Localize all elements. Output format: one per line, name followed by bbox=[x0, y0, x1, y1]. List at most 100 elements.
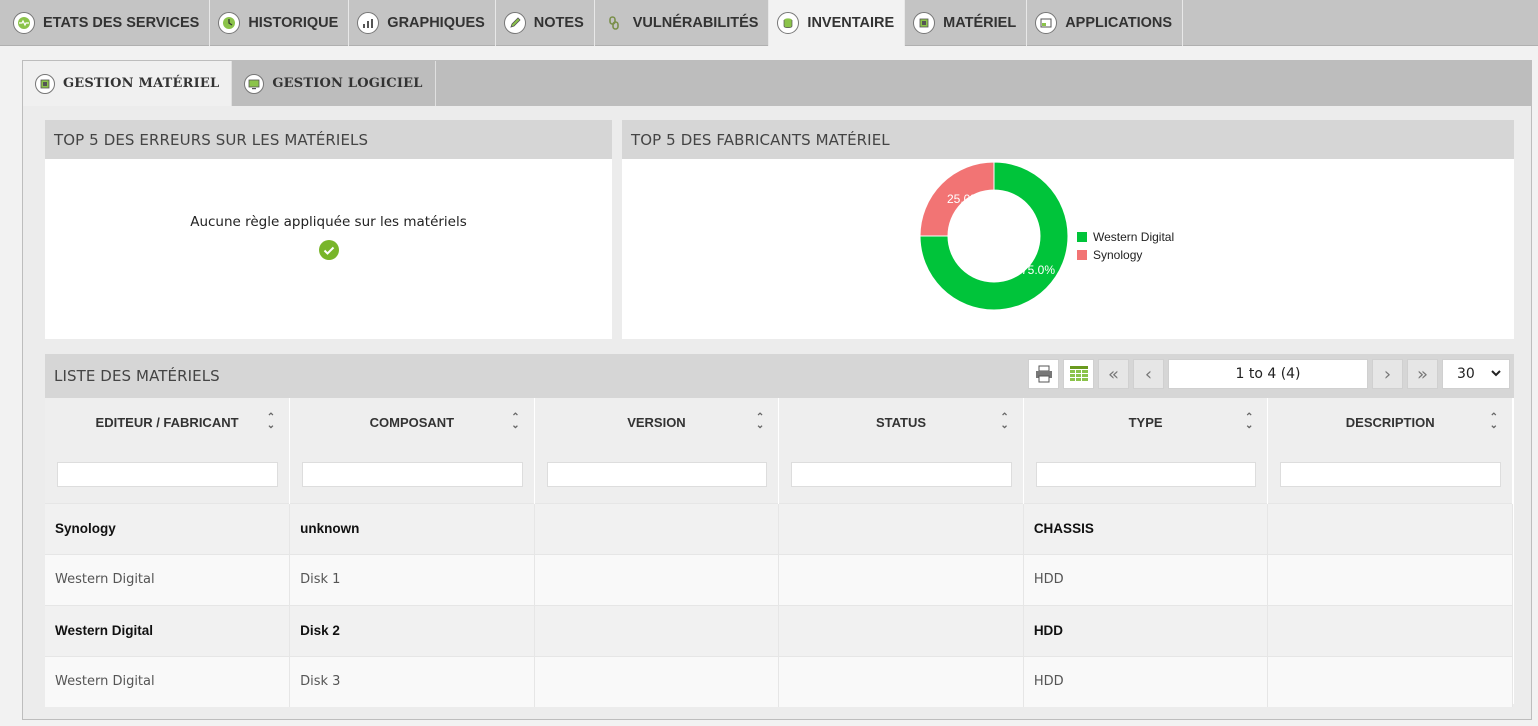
column-header-status[interactable]: STATUS ⌃ ⌄ bbox=[778, 398, 1024, 447]
tab-label: ETATS DES SERVICES bbox=[43, 15, 200, 31]
cell-component: Disk 2 bbox=[289, 604, 535, 656]
cell-status bbox=[778, 604, 1024, 656]
cell-description bbox=[1267, 655, 1513, 707]
column-header-version[interactable]: VERSION ⌃ ⌄ bbox=[534, 398, 780, 447]
legend-label: Synology bbox=[1093, 248, 1143, 262]
manufacturers-panel-title: TOP 5 DES FABRICANTS MATÉRIEL bbox=[622, 120, 1514, 159]
table-row[interactable]: Western Digital Disk 3 HDD bbox=[45, 655, 1513, 707]
filter-version-input[interactable] bbox=[546, 462, 768, 488]
sort-icon: ⌃ ⌄ bbox=[1245, 412, 1254, 431]
tab-vulnerabilites[interactable]: VULNÉRABILITÉS bbox=[595, 0, 770, 46]
cell-description bbox=[1267, 553, 1513, 605]
chart-legend: Western Digital Synology bbox=[1077, 228, 1174, 264]
cell-version bbox=[534, 502, 780, 554]
cell-component: Disk 3 bbox=[289, 655, 535, 707]
cell-component: Disk 1 bbox=[289, 553, 535, 605]
table-row[interactable]: Synology unknown CHASSIS bbox=[45, 502, 1513, 554]
double-chevron-right-icon: » bbox=[1416, 363, 1428, 385]
legend-item-synology[interactable]: Synology bbox=[1077, 246, 1174, 264]
tab-historique[interactable]: HISTORIQUE bbox=[210, 0, 350, 46]
cell-component: unknown bbox=[289, 502, 535, 554]
tab-label: HISTORIQUE bbox=[248, 15, 339, 31]
sort-icon: ⌃ ⌄ bbox=[511, 412, 520, 431]
filter-component-input[interactable] bbox=[302, 462, 523, 488]
column-label: VERSION bbox=[627, 415, 686, 430]
column-label: DESCRIPTION bbox=[1345, 415, 1435, 430]
legend-label: Western Digital bbox=[1093, 230, 1175, 244]
tab-label: VULNÉRABILITÉS bbox=[632, 15, 759, 31]
per-page-select[interactable]: 30 bbox=[1442, 359, 1510, 389]
filter-description-input[interactable] bbox=[1280, 462, 1501, 488]
column-label: COMPOSANT bbox=[369, 415, 455, 430]
tab-gestion-logiciel[interactable]: GESTION LOGICIEL bbox=[232, 61, 436, 106]
filter-status-input[interactable] bbox=[791, 462, 1012, 488]
sort-icon: ⌃ ⌄ bbox=[266, 412, 276, 431]
cell-type: HDD bbox=[1023, 604, 1269, 656]
cell-version bbox=[534, 604, 780, 656]
table-row[interactable]: Western Digital Disk 2 HDD bbox=[45, 604, 1513, 656]
top-tab-bar: ETATS DES SERVICES HISTORIQUE GRAPHIQUES… bbox=[0, 0, 1538, 46]
hardware-list-panel: LISTE DES MATÉRIELS « ‹ 1 to 4 (4) › » 3… bbox=[45, 354, 1514, 707]
column-header-description[interactable]: DESCRIPTION ⌃ ⌄ bbox=[1267, 398, 1513, 447]
chevron-left-icon: ‹ bbox=[1144, 363, 1153, 385]
tab-label: MATÉRIEL bbox=[943, 15, 1017, 31]
filter-vendor-input[interactable] bbox=[57, 462, 279, 488]
per-page-value: 30 bbox=[1457, 366, 1475, 382]
filter-row bbox=[45, 447, 1513, 503]
last-page-button[interactable]: » bbox=[1407, 359, 1438, 389]
grid-columns-icon bbox=[1069, 366, 1088, 381]
tab-graphiques[interactable]: GRAPHIQUES bbox=[349, 0, 496, 46]
chip-icon bbox=[913, 12, 936, 34]
tab-notes[interactable]: NOTES bbox=[496, 0, 595, 46]
prev-page-button[interactable]: ‹ bbox=[1133, 359, 1164, 389]
next-page-button[interactable]: › bbox=[1372, 359, 1403, 389]
columns-button[interactable] bbox=[1063, 359, 1094, 389]
cell-status bbox=[778, 553, 1024, 605]
filter-type-input[interactable] bbox=[1035, 462, 1257, 488]
tab-label: GESTION LOGICIEL bbox=[272, 76, 423, 91]
tab-materiel[interactable]: MATÉRIEL bbox=[905, 0, 1028, 46]
cell-description bbox=[1267, 604, 1513, 656]
hardware-table: EDITEUR / FABRICANT ⌃ ⌄ COMPOSANT ⌃ ⌄ VERSIO… bbox=[45, 398, 1513, 707]
print-button[interactable] bbox=[1028, 359, 1059, 389]
donut-data-label: 75.0% bbox=[1021, 263, 1055, 277]
sort-icon: ⌃ ⌄ bbox=[755, 412, 765, 431]
monitor-icon bbox=[244, 73, 265, 94]
sort-icon: ⌃ ⌄ bbox=[1000, 412, 1009, 431]
sort-icon: ⌃ ⌄ bbox=[1489, 412, 1498, 431]
cell-vendor: Western Digital bbox=[45, 655, 291, 707]
tab-label: GRAPHIQUES bbox=[387, 15, 485, 31]
double-chevron-left-icon: « bbox=[1107, 363, 1119, 385]
column-header-vendor[interactable]: EDITEUR / FABRICANT ⌃ ⌄ bbox=[45, 398, 291, 447]
tab-label: NOTES bbox=[533, 15, 584, 31]
errors-panel: TOP 5 DES ERREURS SUR LES MATÉRIELS Aucu… bbox=[45, 120, 612, 339]
cell-version bbox=[534, 655, 780, 707]
legend-item-western-digital[interactable]: Western Digital bbox=[1077, 228, 1174, 246]
tab-applications[interactable]: APPLICATIONS bbox=[1027, 0, 1184, 46]
check-circle-icon bbox=[318, 240, 339, 260]
heartbeat-icon bbox=[13, 12, 35, 34]
database-icon bbox=[777, 12, 800, 34]
legend-swatch bbox=[1077, 232, 1087, 242]
no-rule-message: Aucune règle appliquée sur les matériels bbox=[190, 214, 467, 230]
tab-gestion-materiel[interactable]: GESTION MATÉRIEL bbox=[23, 61, 233, 106]
cell-description bbox=[1267, 502, 1513, 554]
cell-type: CHASSIS bbox=[1023, 502, 1269, 554]
cell-vendor: Western Digital bbox=[45, 604, 291, 656]
tab-etats-des-services[interactable]: ETATS DES SERVICES bbox=[5, 0, 211, 46]
page-indicator: 1 to 4 (4) bbox=[1168, 359, 1368, 389]
first-page-button[interactable]: « bbox=[1098, 359, 1129, 389]
table-row[interactable]: Western Digital Disk 1 HDD bbox=[45, 553, 1513, 605]
cell-version bbox=[534, 553, 780, 605]
tab-content: TOP 5 DES ERREURS SUR LES MATÉRIELS Aucu… bbox=[23, 106, 1531, 719]
column-label: STATUS bbox=[875, 415, 927, 430]
tab-inventaire[interactable]: INVENTAIRE bbox=[769, 0, 906, 46]
cell-type: HDD bbox=[1023, 553, 1269, 605]
column-header-component[interactable]: COMPOSANT ⌃ ⌄ bbox=[289, 398, 535, 447]
printer-icon bbox=[1035, 365, 1052, 383]
column-header-type[interactable]: TYPE ⌃ ⌄ bbox=[1023, 398, 1269, 447]
history-clock-icon bbox=[218, 12, 241, 34]
sub-tab-bar: GESTION MATÉRIEL GESTION LOGICIEL bbox=[23, 61, 1531, 106]
manufacturers-panel: TOP 5 DES FABRICANTS MATÉRIEL 75.0% 25.0%… bbox=[622, 120, 1514, 339]
chevron-right-icon: › bbox=[1383, 363, 1392, 385]
